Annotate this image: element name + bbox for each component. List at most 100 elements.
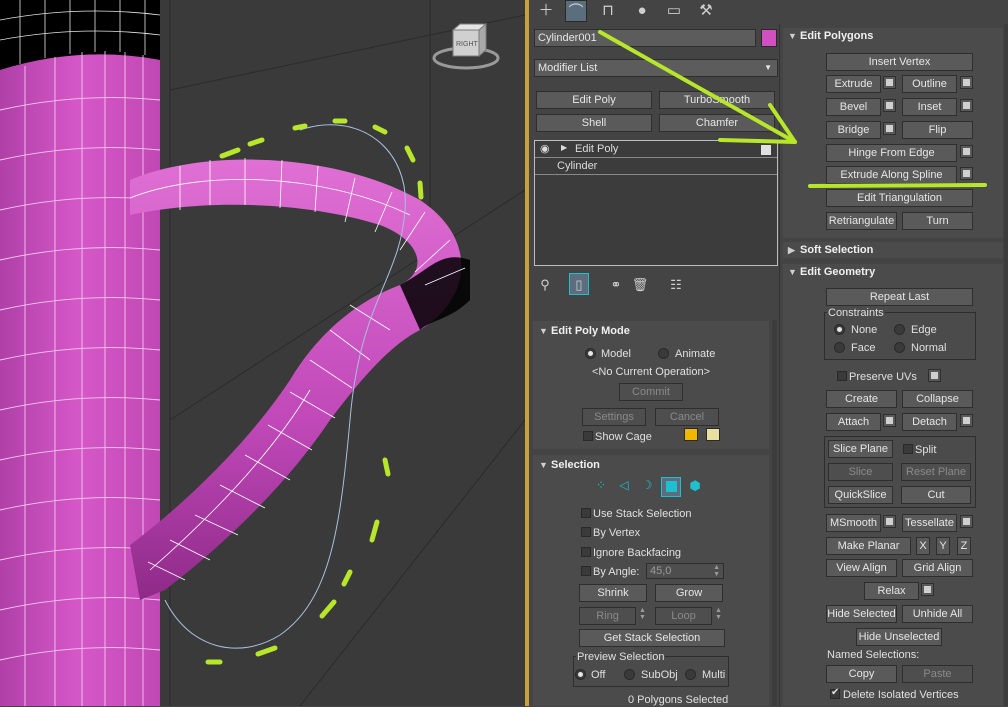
hinge-settings-icon[interactable] [960,145,973,158]
get-stack-selection-button[interactable]: Get Stack Selection [579,629,725,647]
relax-button[interactable]: Relax [864,582,919,600]
create-button[interactable]: Create [826,390,897,408]
extrude-button[interactable]: Extrude [826,75,881,93]
grow-button[interactable]: Grow [655,584,723,602]
slice-button[interactable]: Slice [828,463,893,481]
unhide-all-button[interactable]: Unhide All [902,605,973,623]
loop-button[interactable]: Loop [655,607,712,625]
shell-button[interactable]: Shell [536,114,652,132]
eye-icon[interactable]: ◉ [540,142,550,155]
copy-button[interactable]: Copy [826,665,897,683]
make-planar-button[interactable]: Make Planar [826,537,911,555]
create-icon[interactable]: ＋ [535,0,557,22]
animate-radio[interactable] [658,348,669,359]
bevel-settings-icon[interactable] [883,99,896,112]
relax-settings-icon[interactable] [921,583,934,596]
constraint-face-radio[interactable] [834,342,845,353]
delete-isolated-vertices-checkbox[interactable] [830,687,840,699]
planar-z-button[interactable]: Z [957,537,971,555]
turbosmooth-button[interactable]: TurboSmooth [659,91,775,109]
hierarchy-icon[interactable]: ⊓ [597,0,619,22]
inset-settings-icon[interactable] [960,99,973,112]
constraint-edge-radio[interactable] [894,324,905,335]
stack-item-toggle-icon[interactable] [761,145,771,155]
ring-spinner-icon[interactable]: ▲ ▼ [639,607,649,623]
use-stack-selection-checkbox[interactable] [581,508,591,518]
flip-button[interactable]: Flip [902,121,973,139]
ignore-backfacing-checkbox[interactable] [581,547,591,557]
attach-settings-icon[interactable] [883,414,896,427]
cage-color-swatch-1[interactable] [684,428,698,441]
viewport-perspective[interactable]: RIGHT [0,0,525,706]
spinner-arrows-icon[interactable]: ▲ ▼ [713,564,720,578]
outline-button[interactable]: Outline [902,75,957,93]
turn-button[interactable]: Turn [902,212,973,230]
detach-button[interactable]: Detach [902,413,957,431]
make-unique-icon[interactable]: ⚭ [605,274,627,296]
edit-triangulation-button[interactable]: Edit Triangulation [826,189,973,207]
preserve-uvs-checkbox[interactable] [837,371,847,381]
preview-off-radio[interactable] [575,669,586,680]
preview-subobj-radio[interactable] [624,669,635,680]
utilities-icon[interactable]: ⚒ [695,0,717,22]
preview-multi-radio[interactable] [685,669,696,680]
retriangulate-button[interactable]: Retriangulate [826,212,897,230]
shrink-button[interactable]: Shrink [579,584,647,602]
view-align-button[interactable]: View Align [826,559,897,577]
cage-color-swatch-2[interactable] [706,428,720,441]
edit-polygons-header[interactable]: ▼ Edit Polygons [788,27,873,45]
vertex-icon[interactable]: ⁘ [591,478,611,496]
reset-plane-button[interactable]: Reset Plane [901,463,971,481]
show-end-result-icon[interactable]: ▯ [569,273,589,295]
by-vertex-checkbox[interactable] [581,527,591,537]
attach-button[interactable]: Attach [826,413,881,431]
by-angle-checkbox[interactable] [581,566,591,576]
commit-button[interactable]: Commit [619,383,683,401]
msmooth-button[interactable]: MSmooth [826,514,881,532]
hide-unselected-button[interactable]: Hide Unselected [856,628,942,646]
right-panel-scrollbar[interactable] [1004,24,1008,706]
display-icon[interactable]: ▭ [663,0,685,22]
repeat-last-button[interactable]: Repeat Last [826,288,973,306]
paste-button[interactable]: Paste [902,665,973,683]
msmooth-settings-icon[interactable] [883,515,896,528]
modifier-list-dropdown[interactable]: Modifier List ▼ [534,59,778,77]
configure-sets-icon[interactable]: ☷ [665,274,687,296]
polygon-icon[interactable] [661,477,681,497]
grid-align-button[interactable]: Grid Align [902,559,973,577]
inset-button[interactable]: Inset [902,98,957,116]
extrude-along-spline-settings-icon[interactable] [960,167,973,180]
modify-icon[interactable]: ⌒ [565,0,587,22]
constraint-normal-radio[interactable] [894,342,905,353]
constraint-none-radio[interactable] [834,324,845,335]
edit-poly-mode-header[interactable]: ▼ Edit Poly Mode [539,322,630,340]
planar-y-button[interactable]: Y [936,537,950,555]
tessellate-button[interactable]: Tessellate [902,514,957,532]
remove-modifier-icon[interactable]: 🗑 [629,274,651,296]
extrude-along-spline-button[interactable]: Extrude Along Spline [826,166,957,184]
edit-geometry-header[interactable]: ▼ Edit Geometry [788,263,875,281]
chamfer-button[interactable]: Chamfer [659,114,775,132]
planar-x-button[interactable]: X [916,537,930,555]
selection-header[interactable]: ▼ Selection [539,456,600,474]
show-cage-checkbox[interactable] [583,431,593,441]
command-panel-scrollbar[interactable] [772,320,777,706]
extrude-settings-icon[interactable] [883,76,896,89]
preserve-uvs-settings-icon[interactable] [928,369,941,382]
expand-arrow-icon[interactable]: ▶ [561,143,567,152]
edge-icon[interactable]: ◁ [614,478,634,496]
motion-icon[interactable]: ● [631,0,653,22]
bevel-button[interactable]: Bevel [826,98,881,116]
slice-plane-button[interactable]: Slice Plane [828,440,893,458]
hinge-from-edge-button[interactable]: Hinge From Edge [826,144,957,162]
model-radio[interactable] [585,348,596,359]
object-name-field[interactable]: Cylinder001 [534,29,756,47]
quickslice-button[interactable]: QuickSlice [828,486,893,504]
cancel-button[interactable]: Cancel [655,408,719,426]
stack-item-cylinder[interactable]: Cylinder [535,159,777,175]
split-checkbox[interactable] [903,444,913,454]
bridge-button[interactable]: Bridge [826,121,881,139]
bridge-settings-icon[interactable] [883,122,896,135]
ring-button[interactable]: Ring [579,607,636,625]
insert-vertex-button[interactable]: Insert Vertex [826,53,973,71]
